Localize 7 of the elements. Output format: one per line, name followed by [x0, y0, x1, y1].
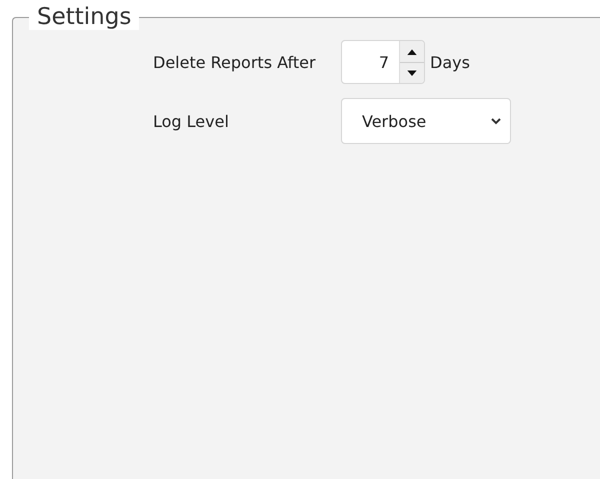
unit-label: Days — [430, 52, 470, 72]
number-spinner[interactable]: 7 — [341, 40, 425, 84]
chevron-down-icon — [490, 117, 502, 125]
group-title: Settings — [29, 4, 140, 30]
field-label: Delete Reports After — [153, 52, 317, 72]
log-level-dropdown[interactable]: Verbose — [341, 98, 511, 144]
field-label: Log Level — [153, 112, 230, 130]
